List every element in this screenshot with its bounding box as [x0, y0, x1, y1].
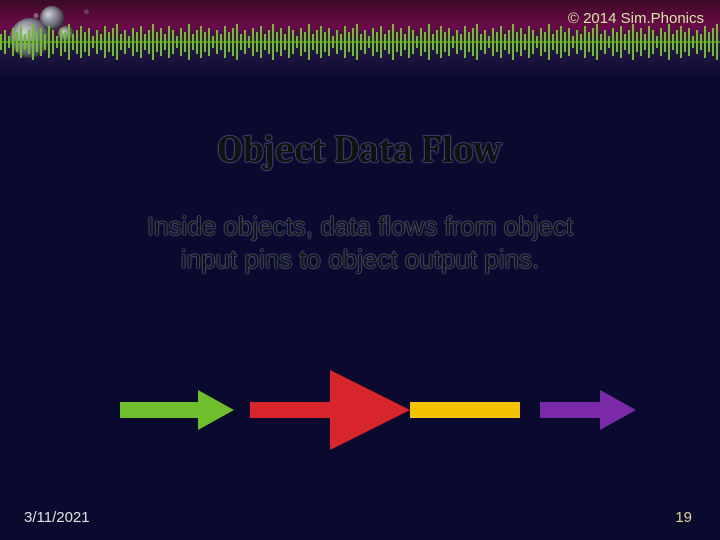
waveform-graphic	[0, 20, 720, 64]
data-flow-diagram	[0, 350, 720, 470]
slide-body: Inside objects, data flows from object i…	[0, 210, 720, 275]
object-arrow-icon	[250, 370, 410, 450]
footer-page-number: 19	[675, 509, 692, 526]
body-line-2: input pins to object output pins.	[181, 244, 539, 274]
footer-date: 3/11/2021	[24, 509, 90, 526]
input-arrow-icon	[120, 390, 234, 430]
body-line-1: Inside objects, data flows from object	[147, 211, 573, 241]
header-banner: © 2014 Sim.Phonics	[0, 0, 720, 78]
output-arrow-icon	[540, 390, 636, 430]
connector-line-icon	[410, 402, 520, 418]
slide-title: Object Data Flow	[0, 128, 720, 172]
